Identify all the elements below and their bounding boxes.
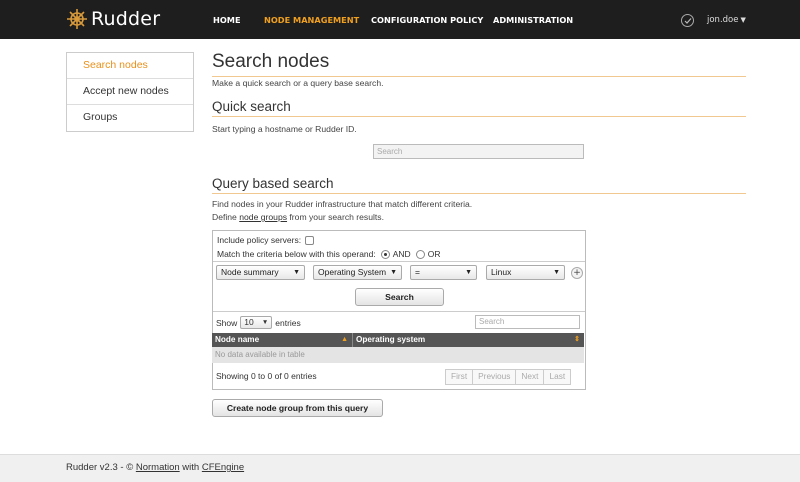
ship-wheel-icon xyxy=(66,8,88,30)
cfengine-link[interactable]: CFEngine xyxy=(202,462,244,473)
desc-prefix: Define xyxy=(212,212,240,222)
operand-and-label: AND xyxy=(392,249,411,259)
pager-first[interactable]: First xyxy=(446,370,474,384)
footer-middle: with xyxy=(179,462,202,473)
brand-logo[interactable]: Rudder xyxy=(66,8,160,30)
normation-link[interactable]: Normation xyxy=(136,462,180,473)
sort-both-icon: ⇕ xyxy=(574,336,580,343)
operand-row: Match the criteria below with this opera… xyxy=(217,249,440,259)
query-search-desc: Find nodes in your Rudder infrastructure… xyxy=(212,199,473,209)
include-policy-servers-row: Include policy servers: xyxy=(217,235,315,245)
desc-suffix: from your search results. xyxy=(287,212,384,222)
footer-text: Rudder v2.3 - © Normation with CFEngine xyxy=(66,462,244,473)
include-policy-servers-checkbox[interactable] xyxy=(305,235,315,245)
sort-asc-icon: ▲ xyxy=(341,336,348,343)
footer: Rudder v2.3 - © Normation with CFEngine xyxy=(0,454,800,482)
chevron-down-icon: ▼ xyxy=(553,269,560,276)
pager-next[interactable]: Next xyxy=(516,370,545,384)
criteria-attribute-value: Operating System xyxy=(318,267,387,277)
divider xyxy=(213,311,585,312)
operand-and-radio[interactable] xyxy=(380,249,390,259)
nav-home[interactable]: HOME xyxy=(213,15,241,25)
quick-search-input[interactable]: Search xyxy=(373,144,584,159)
search-button[interactable]: Search xyxy=(355,288,444,306)
divider xyxy=(213,261,585,262)
query-search-desc-groups: Define node groups from your search resu… xyxy=(212,212,384,222)
pager-last[interactable]: Last xyxy=(544,370,571,384)
column-node-name[interactable]: Node name ▲ xyxy=(212,333,353,347)
operand-or-label: OR xyxy=(427,249,441,259)
criteria-value-value: Linux xyxy=(491,267,512,277)
sidebar-item-groups[interactable]: Groups xyxy=(67,105,193,131)
footer-prefix: Rudder v2.3 - © xyxy=(66,462,136,473)
user-name: jon.doe xyxy=(707,15,739,25)
criteria-object-value: Node summary xyxy=(221,267,279,277)
nav-configuration-policy[interactable]: CONFIGURATION POLICY xyxy=(371,15,483,25)
quick-search-heading: Quick search xyxy=(212,99,746,117)
nav-node-management[interactable]: NODE MANAGEMENT xyxy=(264,15,359,25)
top-navbar: Rudder HOME NODE MANAGEMENT CONFIGURATIO… xyxy=(0,0,800,39)
entries-label: entries xyxy=(275,317,301,328)
create-node-group-button[interactable]: Create node group from this query xyxy=(212,399,383,417)
column-operating-system-label: Operating system xyxy=(356,335,426,344)
page-length-value: 10 xyxy=(244,317,254,327)
sidebar-item-accept-new-nodes[interactable]: Accept new nodes xyxy=(67,79,193,105)
page-intro: Make a quick search or a query base sear… xyxy=(212,78,384,88)
page-length-row: Show 10 ▼ entries xyxy=(216,316,301,329)
results-table-header: Node name ▲ Operating system ⇕ xyxy=(212,333,584,347)
criteria-attribute-select[interactable]: Operating System ▼ xyxy=(313,265,402,280)
table-search-input[interactable]: Search xyxy=(475,315,580,329)
operand-label: Match the criteria below with this opera… xyxy=(217,249,376,259)
sidebar: Search nodes Accept new nodes Groups xyxy=(66,52,194,132)
chevron-down-icon: ▼ xyxy=(293,269,300,276)
page-length-select[interactable]: 10 ▼ xyxy=(240,316,273,329)
user-menu[interactable]: jon.doe ▼ xyxy=(707,15,746,25)
add-criteria-icon[interactable]: + xyxy=(571,267,583,279)
criteria-value-select[interactable]: Linux ▼ xyxy=(486,265,565,280)
node-groups-link[interactable]: node groups xyxy=(239,212,287,222)
query-panel: Include policy servers: Match the criter… xyxy=(212,230,586,390)
check-circle-icon[interactable] xyxy=(681,14,694,27)
quick-search-hint: Start typing a hostname or Rudder ID. xyxy=(212,124,357,134)
criteria-object-select[interactable]: Node summary ▼ xyxy=(216,265,305,280)
criteria-comparator-select[interactable]: = ▼ xyxy=(410,265,477,280)
table-empty-row: No data available in table xyxy=(212,347,584,363)
page-title: Search nodes xyxy=(212,51,746,77)
column-operating-system[interactable]: Operating system ⇕ xyxy=(353,333,584,347)
table-info: Showing 0 to 0 of 0 entries xyxy=(216,371,317,381)
chevron-down-icon: ▼ xyxy=(390,269,397,276)
operand-or-radio[interactable] xyxy=(415,249,425,259)
caret-down-icon: ▼ xyxy=(740,16,746,24)
column-node-name-label: Node name xyxy=(215,335,260,344)
nav-administration[interactable]: ADMINISTRATION xyxy=(493,15,573,25)
sidebar-item-search-nodes[interactable]: Search nodes xyxy=(67,53,193,79)
pager-previous[interactable]: Previous xyxy=(473,370,517,384)
include-policy-servers-label: Include policy servers: xyxy=(217,235,302,245)
show-label: Show xyxy=(216,317,238,328)
chevron-down-icon: ▼ xyxy=(261,319,269,326)
table-pager: First Previous Next Last xyxy=(445,369,572,385)
brand-name: Rudder xyxy=(91,8,161,30)
chevron-down-icon: ▼ xyxy=(465,269,472,276)
criteria-comparator-value: = xyxy=(415,267,420,277)
query-search-heading: Query based search xyxy=(212,176,746,194)
